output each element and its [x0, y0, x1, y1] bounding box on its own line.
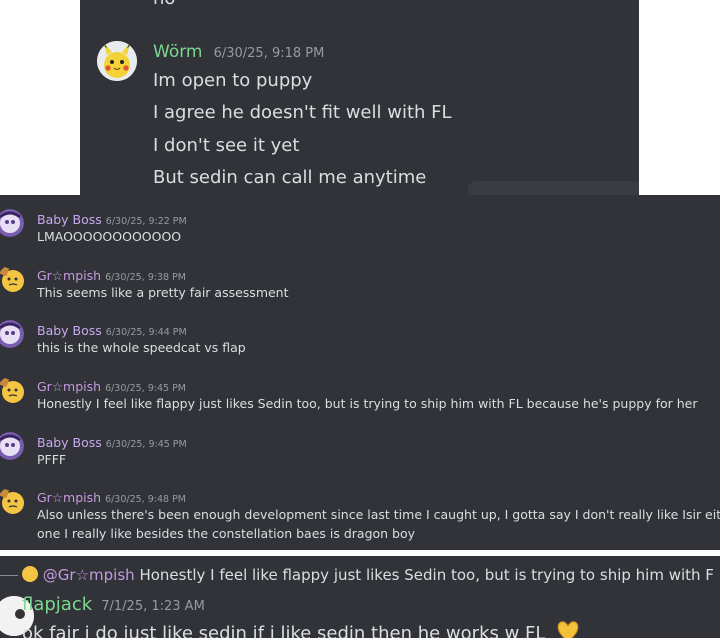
author-name[interactable]: Baby Boss — [37, 435, 102, 450]
message-header: Gr☆mpish 6/30/25, 9:38 PM — [37, 265, 186, 284]
author-name[interactable]: flapjack — [22, 594, 92, 615]
message-panel-bottom: @Gr☆mpish Honestly I feel like flappy ju… — [0, 556, 720, 638]
author-name[interactable]: Gr☆mpish — [37, 268, 101, 283]
author-name[interactable]: Baby Boss — [37, 212, 102, 227]
heart-emoji-icon — [555, 620, 581, 638]
grumpish-avatar[interactable] — [0, 265, 26, 293]
timestamp: 6/30/25, 9:22 PM — [105, 216, 187, 227]
timestamp: 6/30/25, 9:45 PM — [105, 439, 187, 450]
timestamp: 6/30/25, 9:18 PM — [213, 46, 325, 61]
message-line: I agree he doesn't fit well with FL — [153, 102, 452, 123]
author-name[interactable]: Wörm — [153, 42, 202, 62]
author-name[interactable]: Baby Boss — [37, 323, 102, 338]
cut-off-message: no — [153, 0, 175, 9]
author-name[interactable]: Gr☆mpish — [37, 490, 101, 505]
message-text: Honestly I feel like flappy just likes S… — [37, 396, 698, 411]
timestamp: 6/30/25, 9:48 PM — [105, 494, 187, 505]
timestamp: 6/30/25, 9:38 PM — [105, 272, 187, 283]
message-panel-top: no Wörm 6/30/25, 9:18 PM Im open to pupp… — [80, 0, 639, 195]
message-header: Gr☆mpish 6/30/25, 9:48 PM — [37, 487, 186, 506]
hover-toolbar[interactable] — [468, 181, 639, 195]
message-text-continued: one I really like besides the constellat… — [37, 526, 416, 541]
message-header: Baby Boss 6/30/25, 9:45 PM — [37, 432, 187, 451]
grumpish-avatar[interactable] — [0, 487, 26, 515]
baby-boss-avatar[interactable] — [0, 432, 24, 460]
reply-text: Honestly I feel like flappy just likes S… — [139, 566, 714, 584]
baby-boss-avatar[interactable] — [0, 320, 24, 348]
message-line: Im open to puppy — [153, 70, 313, 91]
timestamp: 7/1/25, 1:23 AM — [101, 599, 205, 614]
message-text: this is the whole speedcat vs flap — [37, 340, 246, 355]
message-text: This seems like a pretty fair assessment — [37, 285, 289, 300]
message-header: Baby Boss 6/30/25, 9:44 PM — [37, 320, 187, 339]
message-line: I don't see it yet — [153, 135, 300, 156]
reply-avatar — [22, 566, 38, 582]
timestamp: 6/30/25, 9:45 PM — [105, 383, 187, 394]
message-text: PFFF — [37, 452, 67, 467]
message-header: Gr☆mpish 6/30/25, 9:45 PM — [37, 376, 186, 395]
timestamp: 6/30/25, 9:44 PM — [105, 327, 187, 338]
message-text: LMAOOOOOOOOOOOO — [37, 229, 182, 244]
message-header: flapjack 7/1/25, 1:23 AM — [22, 594, 205, 615]
message-line: But sedin can call me anytime — [153, 167, 427, 188]
message-line: ok fair i do just like sedin if i like s… — [22, 620, 581, 638]
message-header: Baby Boss 6/30/25, 9:22 PM — [37, 209, 187, 228]
baby-boss-avatar[interactable] — [0, 209, 24, 237]
pikachu-avatar[interactable] — [97, 41, 137, 81]
message-text: Also unless there's been enough developm… — [37, 507, 720, 522]
message-text: ok fair i do just like sedin if i like s… — [22, 623, 546, 638]
reply-author[interactable]: @Gr☆mpish — [43, 566, 135, 584]
reply-preview[interactable]: @Gr☆mpish Honestly I feel like flappy ju… — [22, 566, 714, 584]
author-name[interactable]: Gr☆mpish — [37, 379, 101, 394]
grumpish-avatar[interactable] — [0, 376, 26, 404]
message-panel-middle: Baby Boss 6/30/25, 9:22 PM LMAOOOOOOOOOOO… — [0, 195, 720, 550]
message-header: Wörm 6/30/25, 9:18 PM — [153, 42, 324, 62]
reply-line-icon — [0, 575, 18, 576]
